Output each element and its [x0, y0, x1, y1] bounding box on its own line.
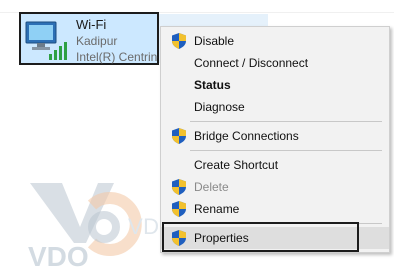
menu-item-connect-disconnect[interactable]: Connect / Disconnect: [161, 52, 389, 74]
svg-text:VDO: VDO: [28, 241, 89, 269]
context-menu: Disable Connect / Disconnect Status Diag…: [160, 26, 390, 253]
menu-separator: [190, 121, 382, 122]
menu-item-label: Create Shortcut: [194, 158, 279, 172]
menu-item-label: Disable: [194, 34, 235, 48]
menu-item-label: Rename: [194, 202, 240, 216]
uac-shield-icon: [172, 201, 186, 217]
menu-item-bridge-connections[interactable]: Bridge Connections: [161, 125, 389, 147]
adapter-name: Wi-Fi: [76, 17, 107, 32]
menu-item-disable[interactable]: Disable: [161, 30, 389, 52]
menu-item-status[interactable]: Status: [161, 74, 389, 96]
adapter-device: Intel(R) Centrino: [76, 50, 158, 64]
menu-item-label: Status: [194, 78, 231, 92]
menu-item-diagnose[interactable]: Diagnose: [161, 96, 389, 118]
menu-item-label: Diagnose: [194, 100, 245, 114]
menu-item-create-shortcut[interactable]: Create Shortcut: [161, 154, 389, 176]
menu-item-delete: Delete: [161, 176, 389, 198]
menu-item-rename[interactable]: Rename: [161, 198, 389, 220]
properties-highlight-frame: [162, 222, 359, 252]
wifi-adapter-tile[interactable]: Wi-Fi Kadipur Intel(R) Centrino: [19, 12, 159, 65]
wifi-adapter-icon: [25, 21, 67, 60]
uac-shield-icon: [172, 33, 186, 49]
menu-item-label: Connect / Disconnect: [194, 56, 309, 70]
menu-item-label: Bridge Connections: [194, 129, 299, 143]
menu-item-label: Delete: [194, 180, 229, 194]
uac-shield-icon: [172, 128, 186, 144]
uac-shield-icon: [172, 179, 186, 195]
menu-separator: [190, 150, 382, 151]
adapter-network: Kadipur: [76, 34, 118, 48]
